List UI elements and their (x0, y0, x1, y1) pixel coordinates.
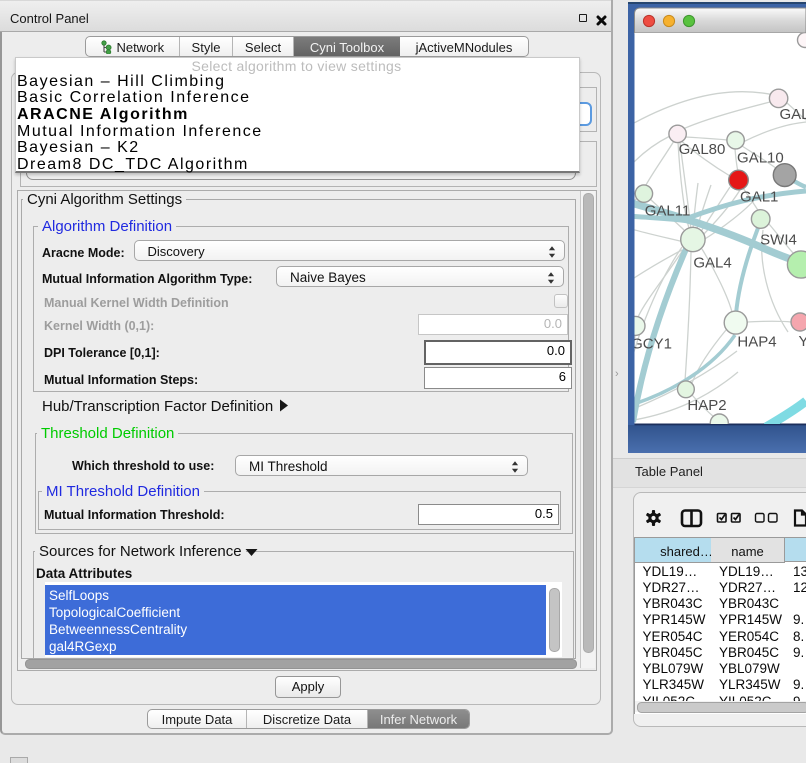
svg-text:GCY1: GCY1 (631, 336, 672, 353)
svg-text:YM: YM (799, 333, 806, 350)
svg-text:GAL10: GAL10 (737, 150, 784, 167)
svg-text:GAL11: GAL11 (645, 203, 691, 220)
svg-text:HAP4: HAP4 (737, 334, 776, 351)
svg-text:GAL7: GAL7 (780, 106, 806, 123)
svg-text:HAP2: HAP2 (687, 397, 726, 414)
svg-text:GAL1: GAL1 (740, 189, 778, 206)
svg-text:GAL80: GAL80 (679, 141, 726, 158)
svg-text:SWI4: SWI4 (760, 232, 797, 249)
svg-text:GAL4: GAL4 (693, 255, 731, 272)
